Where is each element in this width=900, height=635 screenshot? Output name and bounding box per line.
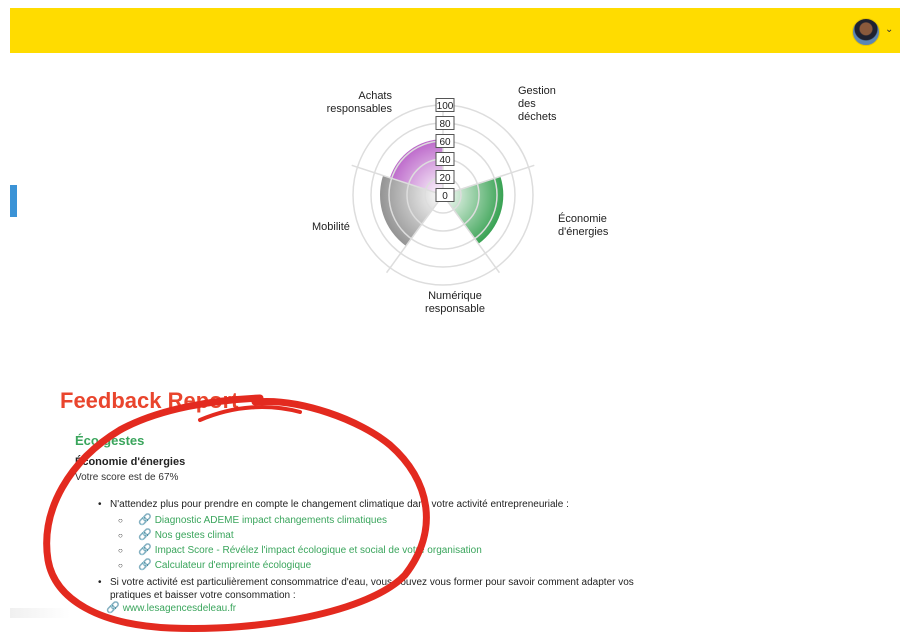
tip-water: Si votre activité est particulièrement c… (98, 576, 678, 602)
link-diagnostic-ademe[interactable]: Diagnostic ADEME impact changements clim… (155, 515, 387, 526)
sub-heading: Économie d'énergies (75, 456, 186, 468)
label-mobilite-line1: Mobilité (312, 221, 350, 233)
link-impact-score[interactable]: Impact Score - Révélez l'impact écologiq… (155, 545, 482, 556)
report-title: Feedback Report (60, 388, 239, 413)
link-item: 🔗 www.lesagencesdeleau.fr (98, 602, 678, 617)
tick-label: 60 (439, 137, 451, 148)
tick-label: 80 (439, 119, 451, 130)
label-gestion-line1: Gestion (518, 85, 556, 97)
link-icon: 🔗 (138, 544, 152, 556)
chevron-down-icon[interactable]: ⌄ (885, 24, 893, 35)
link-item: 🔗Diagnostic ADEME impact changements cli… (118, 514, 678, 529)
link-item: 🔗Impact Score - Révélez l'impact écologi… (118, 544, 678, 559)
link-icon: 🔗 (138, 529, 152, 541)
label-gestion-line3: déchets (518, 111, 557, 123)
link-calculateur[interactable]: Calculateur d'empreinte écologique (155, 560, 311, 571)
label-numerique-line2: responsable (425, 303, 485, 315)
label-economie: Économie d'énergies (558, 213, 608, 239)
tick-label: 40 (439, 155, 451, 166)
link-item: 🔗Calculateur d'empreinte écologique (118, 559, 678, 574)
link-agences-eau[interactable]: www.lesagencesdeleau.fr (123, 603, 236, 614)
top-bar: ⌄ (10, 8, 900, 53)
label-achats-line1: Achats (358, 90, 392, 102)
tick-label: 0 (442, 191, 448, 202)
link-icon: 🔗 (138, 559, 152, 571)
polar-chart-svg: 0 20 40 60 80 100 (351, 98, 535, 286)
section-heading: Éco-gestes (75, 433, 145, 448)
label-mobilite: Mobilité (312, 221, 350, 234)
label-numerique: Numérique responsable (420, 290, 490, 316)
label-achats: Achats responsables (322, 90, 392, 116)
footer-shadow (10, 608, 70, 618)
radar-chart: 0 20 40 60 80 100 Achats responsables Gestion… (0, 55, 900, 375)
user-avatar[interactable] (852, 18, 880, 46)
tip-water-line2: pratiques et baisser votre consommation … (110, 590, 296, 601)
label-gestion: Gestion des déchets (518, 85, 557, 124)
label-numerique-line1: Numérique (428, 290, 482, 302)
tick-label: 20 (439, 173, 451, 184)
link-item: 🔗Nos gestes climat (118, 529, 678, 544)
score-text: Votre score est de 67% (75, 472, 179, 483)
tip-climate: N'attendez plus pour prendre en compte l… (98, 498, 678, 511)
tip-water-line1: Si votre activité est particulièrement c… (110, 577, 634, 588)
label-economie-line1: Économie (558, 213, 607, 225)
tips-list: N'attendez plus pour prendre en compte l… (98, 498, 678, 617)
link-gestes-climat[interactable]: Nos gestes climat (155, 530, 234, 541)
label-gestion-line2: des (518, 98, 536, 110)
label-economie-line2: d'énergies (558, 226, 609, 238)
tick-label: 100 (437, 101, 454, 112)
link-icon: 🔗 (106, 602, 120, 614)
link-icon: 🔗 (138, 514, 152, 526)
label-achats-line2: responsables (326, 103, 392, 115)
